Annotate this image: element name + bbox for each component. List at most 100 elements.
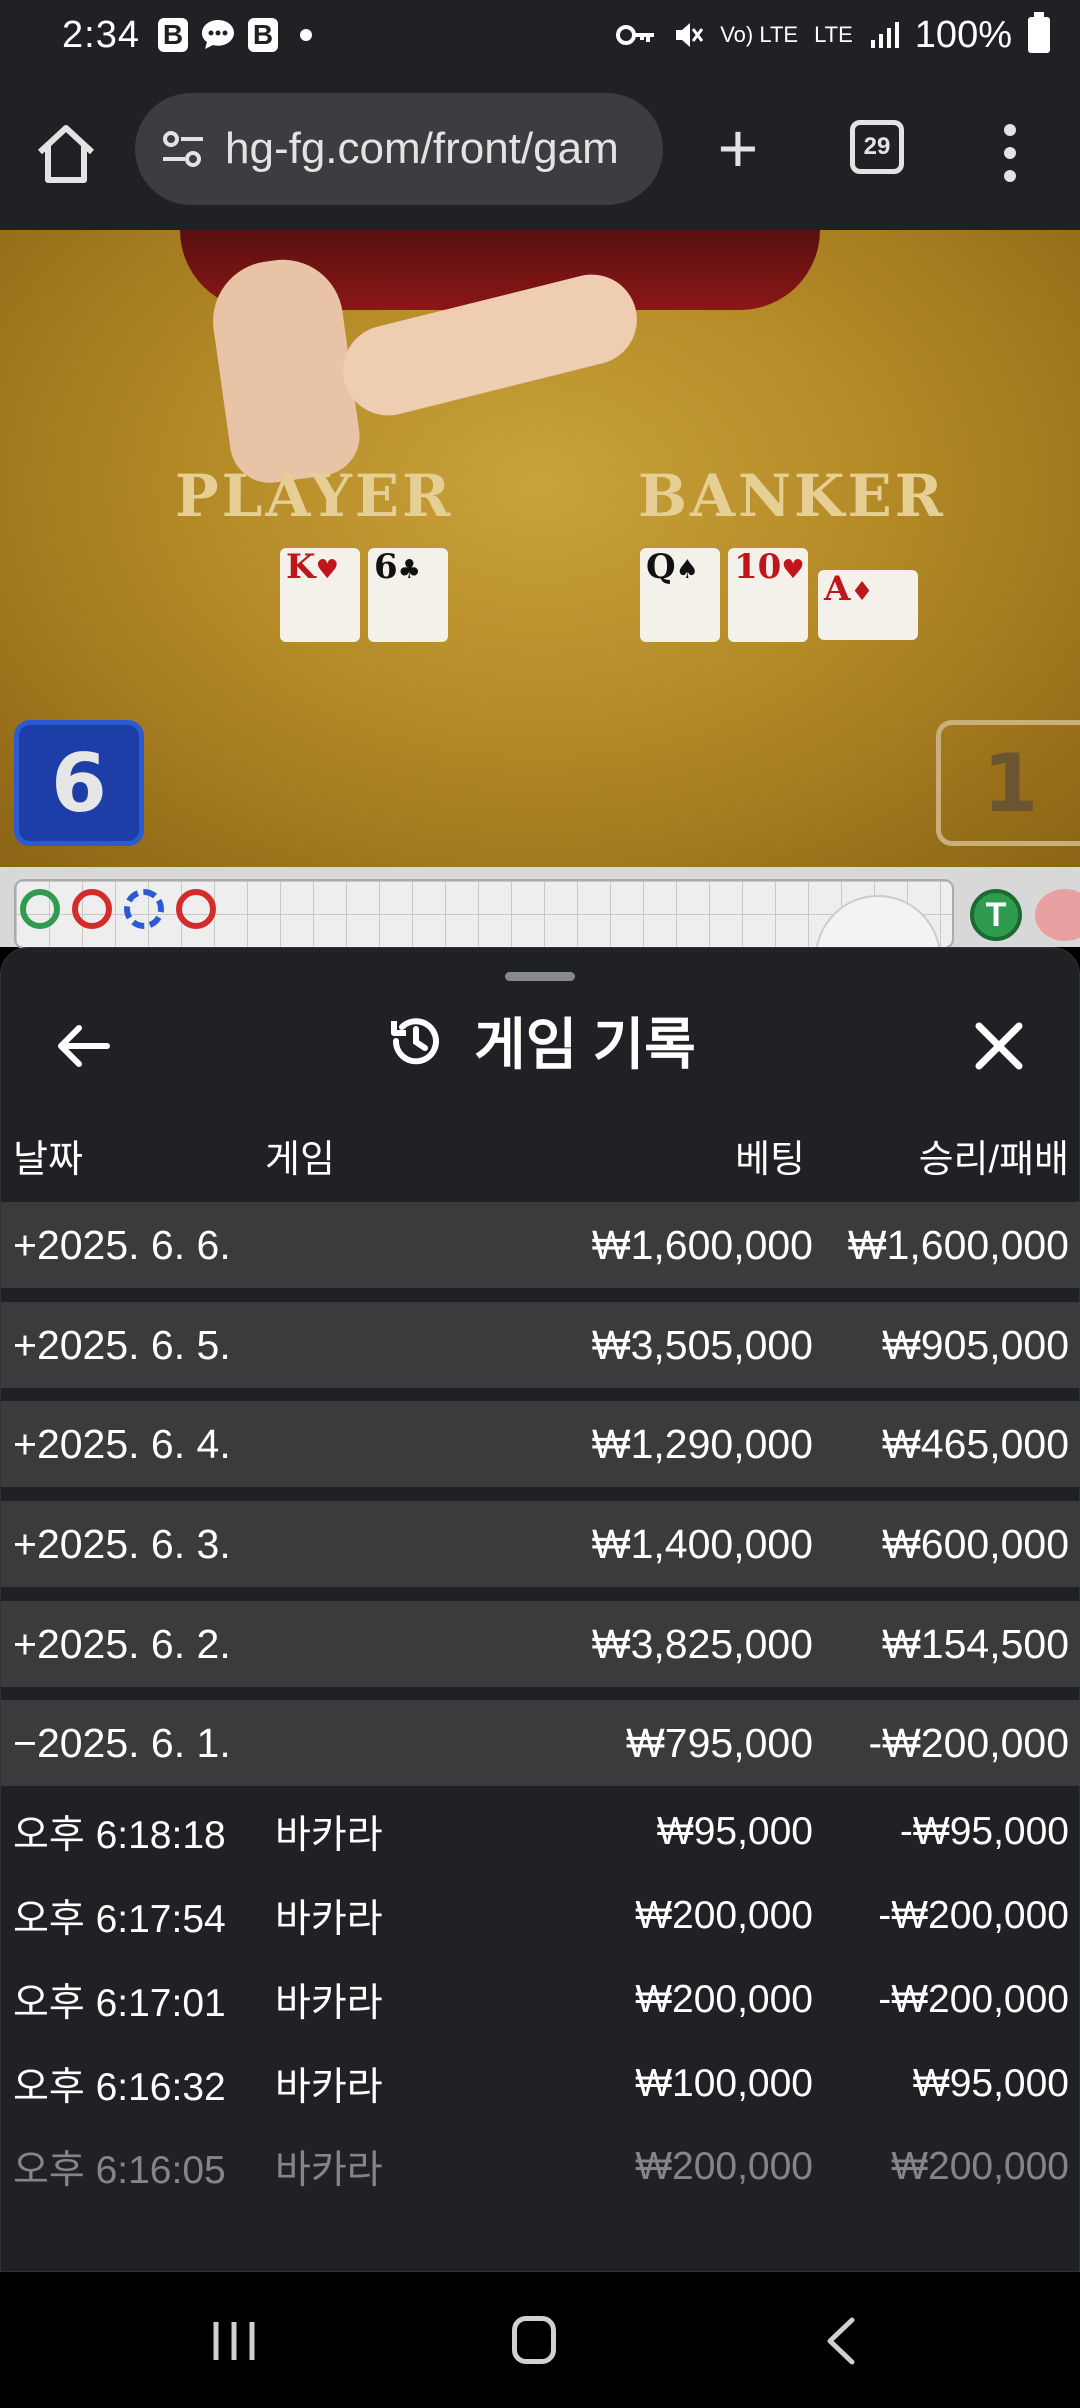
record-result: -₩95,000 [899,1810,1069,1853]
column-header-bet: 베팅 [735,1139,805,1181]
day-bet: ₩3,505,000 [591,1321,813,1368]
record-result: -₩200,000 [878,1894,1069,1937]
lte-icon: LTE [814,22,853,47]
record-result: ₩200,000 [891,2145,1069,2188]
day-result: ₩1,600,000 [847,1221,1069,1268]
notification-b-icon: B [247,18,278,52]
day-bet: ₩795,000 [626,1719,813,1766]
site-settings-icon[interactable] [159,125,207,173]
player-card-1: K♥ [280,548,360,642]
record-game: 바카라 [275,1898,383,1941]
notification-b-icon: B [157,18,188,52]
battery-icon [1028,12,1050,53]
record-game: 바카라 [275,1982,383,2025]
banker-card-2: 10♥ [728,548,808,642]
game-record-row[interactable]: 오후 6:18:18 바카라 ₩95,000 -₩95,000 [1,1790,1080,1874]
game-record-row[interactable]: 오후 6:16:05 바카라 ₩200,000 ₩200,000 [1,2125,1080,2209]
day-result: ₩600,000 [882,1520,1069,1567]
signal-icon [870,22,899,48]
url-text: hg-fg.com/front/gam [225,124,619,173]
banker-label: BANKER [638,462,946,530]
record-bet: ₩100,000 [635,2062,813,2105]
system-navigation-bar [0,2272,1080,2408]
tie-indicator: T [970,889,1022,941]
record-bet: ₩200,000 [635,1978,813,2021]
record-bet: ₩200,000 [635,1894,813,1937]
record-time: 오후 6:16:05 [13,2149,226,2192]
day-result: -₩200,000 [868,1719,1069,1766]
column-header-game: 게임 [265,1139,335,1181]
road-marker [20,889,60,929]
system-icons: Vo) LTE LTE 100% [616,12,1050,57]
banker-score: 1 [936,720,1080,846]
browser-toolbar: hg-fg.com/front/gam + 29 [0,70,1080,230]
volte-icon: Vo) LTE [720,22,799,47]
banker-indicator [1035,889,1080,941]
day-bet: ₩1,600,000 [591,1221,813,1268]
tab-switcher-button[interactable]: 29 [850,120,904,174]
road-marker [176,889,216,929]
record-time: 오후 6:17:54 [13,1898,226,1941]
more-menu-icon[interactable] [990,118,1030,188]
day-row[interactable]: +2025. 6. 2. ₩3,825,000 ₩154,500 [1,1601,1080,1687]
live-game-video: PLAYER BANKER K♥ 6♣ Q♠ 10♥ A♦ 6 1 [0,230,1080,867]
day-date: +2025. 6. 4. [13,1420,231,1467]
day-bet: ₩1,290,000 [591,1420,813,1467]
mute-icon [676,23,704,47]
column-header-result: 승리/패배 [918,1139,1069,1181]
game-history-sheet: 게임 기록 날짜 게임 베팅 승리/패배 +2025. 6. 6. ₩1,600… [0,947,1080,2272]
day-bet: ₩3,825,000 [591,1620,813,1667]
day-result: ₩905,000 [882,1321,1069,1368]
record-bet: ₩200,000 [635,2145,813,2188]
day-row[interactable]: +2025. 6. 4. ₩1,290,000 ₩465,000 [1,1401,1080,1487]
day-bet: ₩1,400,000 [591,1520,813,1567]
record-result: ₩95,000 [912,2062,1069,2105]
day-date: +2025. 6. 5. [13,1321,231,1368]
day-date: +2025. 6. 6. [13,1221,231,1268]
more-notifications-dot [299,29,312,41]
record-game: 바카라 [275,2066,383,2109]
record-bet: ₩95,000 [656,1810,813,1853]
sheet-title: 게임 기록 [1,1000,1080,1081]
game-record-row[interactable]: 오후 6:17:01 바카라 ₩200,000 -₩200,000 [1,1958,1080,2042]
player-card-2: 6♣ [368,548,448,642]
status-bar: 2:34 B B Vo) LTE LTE 100% [0,0,1080,70]
game-record-row[interactable]: 오후 6:16:32 바카라 ₩100,000 ₩95,000 [1,2042,1080,2126]
road-marker [124,889,164,929]
day-row-expanded[interactable]: −2025. 6. 1. ₩795,000 -₩200,000 [1,1700,1080,1786]
clock: 2:34 [62,13,140,56]
record-time: 오후 6:17:01 [13,1982,226,2025]
record-game: 바카라 [275,2149,383,2192]
day-date: +2025. 6. 3. [13,1520,231,1567]
record-result: -₩200,000 [878,1978,1069,2021]
record-game: 바카라 [275,1814,383,1857]
road-marker [72,889,112,929]
new-tab-button[interactable]: + [700,110,776,186]
player-label: PLAYER [175,462,454,530]
url-field[interactable]: hg-fg.com/front/gam [135,93,663,205]
road-map: T [0,867,1080,975]
record-time: 오후 6:18:18 [13,1814,226,1857]
day-row[interactable]: +2025. 6. 5. ₩3,505,000 ₩905,000 [1,1302,1080,1388]
drag-handle[interactable] [505,972,575,981]
banker-card-1: Q♠ [640,548,720,642]
day-result: ₩465,000 [882,1420,1069,1467]
chat-bubble-icon [201,20,234,49]
history-icon [391,1017,440,1064]
day-row[interactable]: +2025. 6. 3. ₩1,400,000 ₩600,000 [1,1501,1080,1587]
day-row[interactable]: +2025. 6. 6. ₩1,600,000 ₩1,600,000 [1,1202,1080,1288]
sheet-title-text: 게임 기록 [474,1013,696,1076]
column-header-date: 날짜 [13,1139,83,1181]
record-time: 오후 6:16:32 [13,2066,226,2109]
back-icon[interactable] [820,2316,860,2366]
home-button-icon[interactable] [512,2316,556,2364]
game-record-row[interactable]: 오후 6:17:54 바카라 ₩200,000 -₩200,000 [1,1874,1080,1958]
day-result: ₩154,500 [882,1620,1069,1667]
notification-icons: B B [157,18,312,52]
player-score: 6 [14,720,144,846]
day-date: −2025. 6. 1. [13,1719,231,1766]
recent-apps-icon[interactable] [210,2320,258,2362]
home-icon[interactable] [30,118,102,190]
close-icon[interactable] [967,1014,1031,1078]
battery-percent: 100% [914,13,1012,56]
